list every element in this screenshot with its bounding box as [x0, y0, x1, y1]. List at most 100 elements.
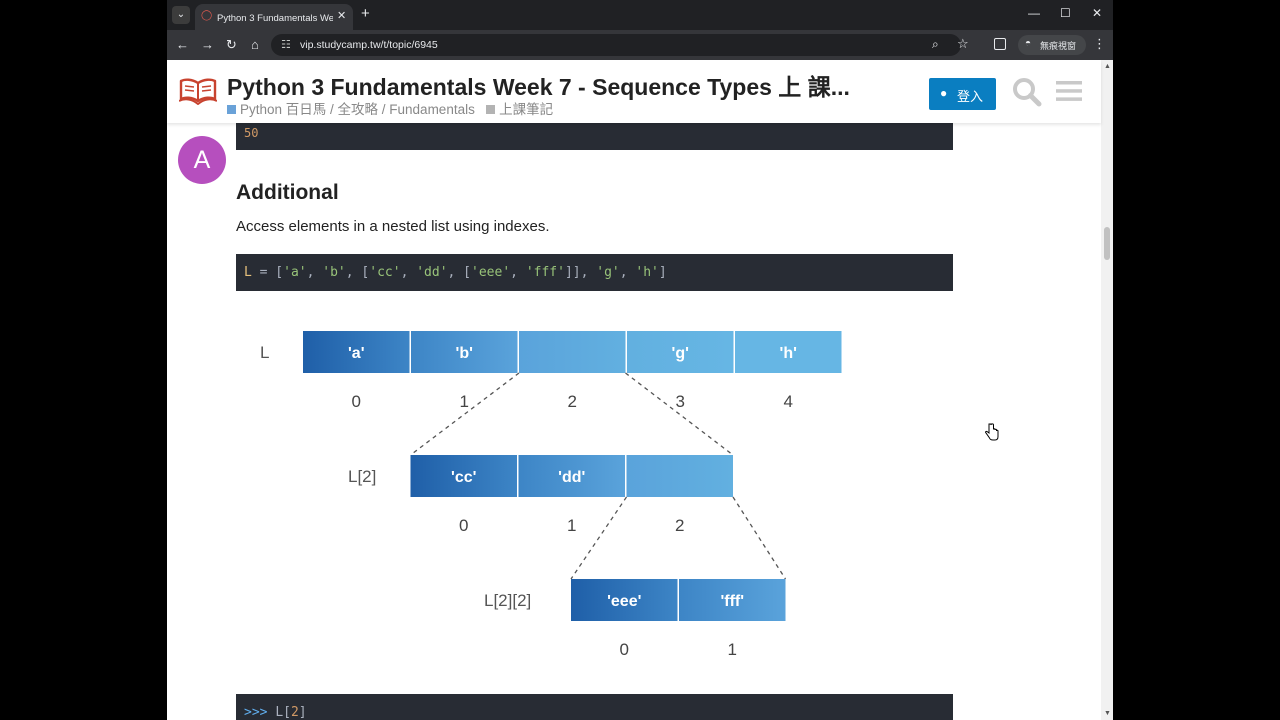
connector-line [410, 372, 520, 456]
code-token: , [ [447, 265, 472, 280]
title-bar: ⌄ ◯ Python 3 Fundamentals Week 7 - Seque… [167, 0, 1113, 30]
url-text[interactable]: vip.studycamp.tw/t/topic/6945 [300, 39, 438, 51]
minimize-icon[interactable]: — [1028, 6, 1040, 20]
scrollbar[interactable]: ▲ ▼ [1101, 60, 1113, 720]
cell-value: 'fff' [720, 593, 744, 610]
index-label: 3 [676, 392, 685, 411]
new-tab-icon[interactable]: + [361, 5, 370, 22]
connector-line [570, 496, 628, 580]
index-label: 4 [784, 392, 793, 411]
browser-window: ⌄ ◯ Python 3 Fundamentals Week 7 - Seque… [167, 0, 1113, 720]
category-link[interactable]: Python 百日馬 / 全攻略 / Fundamentals [227, 102, 475, 117]
code-token: 'cc' [369, 265, 401, 280]
book-favicon-icon: ◯ [201, 10, 213, 21]
forward-icon[interactable]: → [201, 37, 214, 52]
hand-cursor-icon [985, 423, 999, 441]
browser-tab[interactable]: ◯ Python 3 Fundamentals Week 7 - Sequenc… [195, 4, 353, 30]
page-title[interactable]: Python 3 Fundamentals Week 7 - Sequence … [227, 68, 850, 102]
category-color-badge [227, 105, 236, 114]
incognito-profile-button[interactable]: ◓ 無痕視窗 [1018, 35, 1086, 55]
connector-line [732, 496, 787, 580]
section-heading: Additional [236, 181, 339, 204]
breadcrumb: Python 百日馬 / 全攻略 / Fundamentals 上課筆記 [227, 98, 553, 118]
code-token: = [ [251, 265, 284, 280]
search-icon[interactable] [1012, 77, 1042, 107]
browser-menu-icon[interactable]: ⋮ [1093, 36, 1106, 52]
incognito-icon: ◓ [1025, 38, 1032, 49]
index-label: 2 [568, 392, 577, 411]
row-label: L[2][2] [484, 591, 531, 610]
code-line: >>> L[2] [244, 705, 307, 720]
index-label: 1 [567, 516, 576, 535]
code-token: 'fff' [525, 265, 565, 280]
code-block-repl: >>> L[2] [236, 694, 953, 720]
omnibox[interactable]: ☷ vip.studycamp.tw/t/topic/6945 ⌕ ☆ [271, 34, 969, 56]
back-icon[interactable]: ← [176, 37, 189, 52]
code-token: L [244, 265, 252, 280]
cell-value: 'g' [672, 345, 689, 362]
scroll-down-icon[interactable]: ▼ [1104, 710, 1111, 717]
zoom-icon[interactable]: ⌕ [932, 37, 939, 52]
repl-token: L[ [275, 705, 291, 720]
code-token: , [510, 265, 526, 280]
site-logo-book-icon[interactable] [179, 77, 217, 105]
tab-close-icon[interactable]: ✕ [337, 9, 346, 22]
code-token: , [619, 265, 636, 280]
avatar[interactable]: A [178, 136, 226, 184]
home-icon[interactable]: ⌂ [251, 37, 259, 52]
code-token: , [ [345, 265, 370, 280]
cell-value: 'eee' [607, 593, 641, 610]
code-token: , [400, 265, 417, 280]
code-token: ] [658, 265, 667, 280]
tag-color-badge [486, 105, 496, 114]
list-cell [519, 331, 626, 373]
address-bar: ← → ↻ ⌂ ☷ vip.studycamp.tw/t/topic/6945 … [167, 30, 1113, 60]
bookmark-star-icon[interactable]: ☆ [957, 36, 969, 52]
login-label: 登入 [957, 89, 984, 104]
row-label: L [260, 343, 269, 362]
list-cell [626, 455, 733, 497]
close-window-icon[interactable]: ✕ [1092, 6, 1102, 20]
code-token: 'h' [635, 265, 659, 280]
site-header: Python 3 Fundamentals Week 7 - Sequence … [167, 60, 1101, 123]
code-token: 'b' [322, 265, 346, 280]
paragraph: Access elements in a nested list using i… [236, 218, 550, 235]
index-label: 0 [459, 516, 468, 535]
code-token: , [306, 265, 323, 280]
code-block-list: L = ['a', 'b', ['cc', 'dd', ['eee', 'fff… [236, 254, 953, 291]
cell-value: 'a' [348, 345, 365, 362]
side-panel-icon[interactable] [994, 38, 1006, 50]
maximize-icon[interactable]: ☐ [1060, 6, 1071, 20]
profile-label: 無痕視窗 [1040, 41, 1077, 51]
code-token: 'dd' [416, 265, 448, 280]
code-line: L = ['a', 'b', ['cc', 'dd', ['eee', 'fff… [244, 265, 667, 280]
index-label: 1 [728, 640, 737, 659]
cell-value: 'dd' [558, 469, 585, 486]
scroll-up-icon[interactable]: ▲ [1104, 63, 1111, 70]
code-token: 'eee' [471, 265, 511, 280]
tab-search-button[interactable]: ⌄ [172, 6, 190, 24]
tag-link[interactable]: 上課筆記 [486, 102, 553, 117]
repl-token: 2 [290, 705, 299, 720]
tag-label: 上課筆記 [499, 102, 554, 117]
index-label: 0 [620, 640, 629, 659]
post-content: 50 A Additional Access elements in a nes… [167, 60, 1101, 720]
cell-value: 'h' [780, 345, 797, 362]
user-icon: ● [940, 86, 948, 100]
hamburger-menu-icon[interactable] [1056, 80, 1082, 102]
scrollbar-thumb[interactable] [1104, 227, 1110, 260]
row-label: L[2] [348, 467, 376, 486]
cell-value: 'b' [456, 345, 473, 362]
login-button[interactable]: ● 登入 [929, 78, 996, 110]
code-token: 'g' [596, 265, 620, 280]
index-label: 1 [460, 392, 469, 411]
code-output-text: 50 [244, 126, 259, 140]
reload-icon[interactable]: ↻ [226, 37, 237, 53]
cell-value: 'cc' [451, 469, 476, 486]
repl-token: >>> [244, 705, 276, 720]
code-token: ]], [564, 265, 597, 280]
code-token: 'a' [283, 265, 307, 280]
site-info-icon[interactable]: ☷ [281, 38, 291, 51]
tab-title: Python 3 Fundamentals Week 7 - Sequence … [217, 13, 333, 24]
connector-line [625, 372, 734, 456]
